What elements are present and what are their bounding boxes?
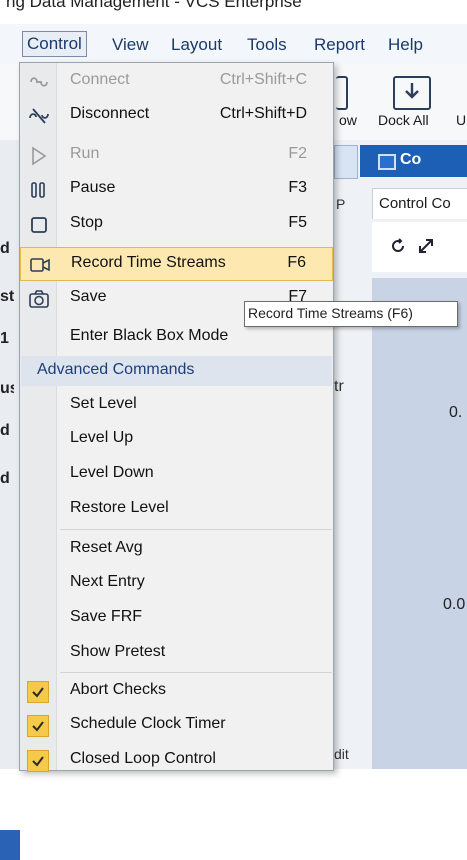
menu-item-next-entry[interactable]: Next Entry xyxy=(20,567,333,601)
menu-item-abort-checks[interactable]: Abort Checks xyxy=(20,675,333,709)
record-icon xyxy=(30,258,50,272)
menu-item-restore-level[interactable]: Restore Level xyxy=(20,493,333,527)
toolbar-partial-button[interactable] xyxy=(336,76,348,110)
menu-item-save-frf[interactable]: Save FRF xyxy=(20,602,333,636)
dock-all-label: Dock All xyxy=(378,112,429,128)
toolbar-ow-label: ow xyxy=(339,112,357,128)
left-chip: 1 xyxy=(0,330,9,347)
menu-item-label: Pause xyxy=(70,179,116,196)
left-selected-bar xyxy=(0,830,20,860)
behind-label-tr: tr xyxy=(334,378,344,395)
expand-icon[interactable] xyxy=(418,238,434,254)
toolbar-u-label: U xyxy=(456,112,467,128)
menu-item-record-time-streams[interactable]: Record Time Streams F6 xyxy=(20,247,333,281)
tooltip: Record Time Streams (F6) xyxy=(244,301,458,327)
left-chip: us xyxy=(0,380,14,397)
menu-item-disconnect[interactable]: Disconnect Ctrl+Shift+D xyxy=(20,99,333,133)
refresh-icon[interactable] xyxy=(390,238,406,254)
camera-icon xyxy=(29,290,49,308)
menu-item-shortcut: F6 xyxy=(287,254,306,271)
menu-item-label: Reset Avg xyxy=(70,539,143,556)
menu-item-level-down[interactable]: Level Down xyxy=(20,458,333,492)
section-label: Advanced Commands xyxy=(37,361,195,378)
menu-item-label: Schedule Clock Timer xyxy=(70,715,226,732)
menu-item-label: Abort Checks xyxy=(70,681,167,698)
window-title: ng Data Management - VCS Enterprise xyxy=(6,0,302,11)
menu-control[interactable]: Control xyxy=(22,31,87,57)
dock-all-button[interactable] xyxy=(393,76,431,110)
control-subtab[interactable]: Control Co xyxy=(372,188,467,219)
menu-item-label: Enter Black Box Mode xyxy=(70,327,229,344)
menu-separator xyxy=(60,529,332,530)
menu-item-shortcut: F5 xyxy=(288,214,307,231)
left-chip: d xyxy=(0,470,10,487)
play-icon xyxy=(32,146,47,166)
dock-down-icon xyxy=(405,83,419,99)
left-chip: st xyxy=(0,288,14,305)
left-chip: d xyxy=(0,240,10,257)
menu-item-shortcut: F3 xyxy=(288,179,307,196)
title-bar: ng Data Management - VCS Enterprise xyxy=(0,0,467,24)
menu-item-label: Level Up xyxy=(70,429,134,446)
menu-item-shortcut: Ctrl+Shift+C xyxy=(219,71,307,88)
document-tab[interactable]: Co xyxy=(360,145,467,177)
menu-item-run[interactable]: Run F2 xyxy=(20,139,333,173)
menu-item-reset-avg[interactable]: Reset Avg xyxy=(20,533,333,567)
window-icon xyxy=(378,154,396,170)
menu-item-closed-loop-control[interactable]: Closed Loop Control xyxy=(20,744,333,778)
control-menu: Connect Ctrl+Shift+C Disconnect Ctrl+Shi… xyxy=(19,62,334,772)
behind-label-p: P xyxy=(336,196,346,212)
checkmark-icon xyxy=(27,681,49,703)
menu-item-label: Save xyxy=(70,288,107,305)
menu-item-label: Disconnect xyxy=(70,105,150,122)
plot-toolbar xyxy=(372,222,467,272)
behind-label-dit: dit xyxy=(334,746,349,762)
menu-item-schedule-clock-timer[interactable]: Schedule Clock Timer xyxy=(20,709,333,743)
menu-item-label: Restore Level xyxy=(70,499,169,516)
menu-bar: Control View Layout Tools Report Help xyxy=(0,24,467,65)
stop-icon xyxy=(31,217,47,233)
plot-area: 0. 0.0 xyxy=(372,278,467,769)
document-tab-label: Co xyxy=(400,151,422,168)
menu-item-label: Stop xyxy=(70,214,103,231)
tooltip-text: Record Time Streams (F6) xyxy=(248,305,413,321)
menu-item-stop[interactable]: Stop F5 xyxy=(20,208,333,242)
disconnect-icon xyxy=(29,108,49,124)
y-tick-label: 0.0 xyxy=(443,596,466,613)
menu-view[interactable]: View xyxy=(108,33,153,57)
pause-icon xyxy=(31,182,45,198)
menu-item-set-level[interactable]: Set Level xyxy=(20,389,333,423)
menu-item-show-pretest[interactable]: Show Pretest xyxy=(20,637,333,671)
control-subtab-label: Control Co xyxy=(379,195,451,212)
connect-icon xyxy=(30,77,48,87)
menu-item-pause[interactable]: Pause F3 xyxy=(20,173,333,207)
menu-separator xyxy=(60,672,332,673)
menu-item-shortcut: Ctrl+Shift+D xyxy=(219,105,307,122)
menu-item-label: Show Pretest xyxy=(70,643,166,660)
doc-tab-pin[interactable] xyxy=(334,145,358,179)
menu-tools[interactable]: Tools xyxy=(243,33,291,57)
menu-item-label: Save FRF xyxy=(70,608,143,625)
menu-item-label: Next Entry xyxy=(70,573,145,590)
menu-item-label: Closed Loop Control xyxy=(70,750,216,767)
menu-item-label: Run xyxy=(70,145,100,162)
menu-report[interactable]: Report xyxy=(310,33,369,57)
menu-item-shortcut: F2 xyxy=(288,145,307,162)
menu-layout[interactable]: Layout xyxy=(167,33,226,57)
menu-help[interactable]: Help xyxy=(384,33,427,57)
menu-item-connect[interactable]: Connect Ctrl+Shift+C xyxy=(20,65,333,99)
menu-item-label: Set Level xyxy=(70,395,137,412)
y-tick-label: 0. xyxy=(449,404,463,421)
menu-item-label: Level Down xyxy=(70,464,154,481)
section-header-advanced-commands: Advanced Commands xyxy=(21,356,332,386)
checkmark-icon xyxy=(27,715,49,737)
menu-item-label: Connect xyxy=(70,71,130,88)
menu-item-level-up[interactable]: Level Up xyxy=(20,423,333,457)
left-panel: d st 1 us d d xyxy=(0,140,20,860)
menu-item-label: Record Time Streams xyxy=(71,254,226,271)
left-chip: d xyxy=(0,422,10,439)
